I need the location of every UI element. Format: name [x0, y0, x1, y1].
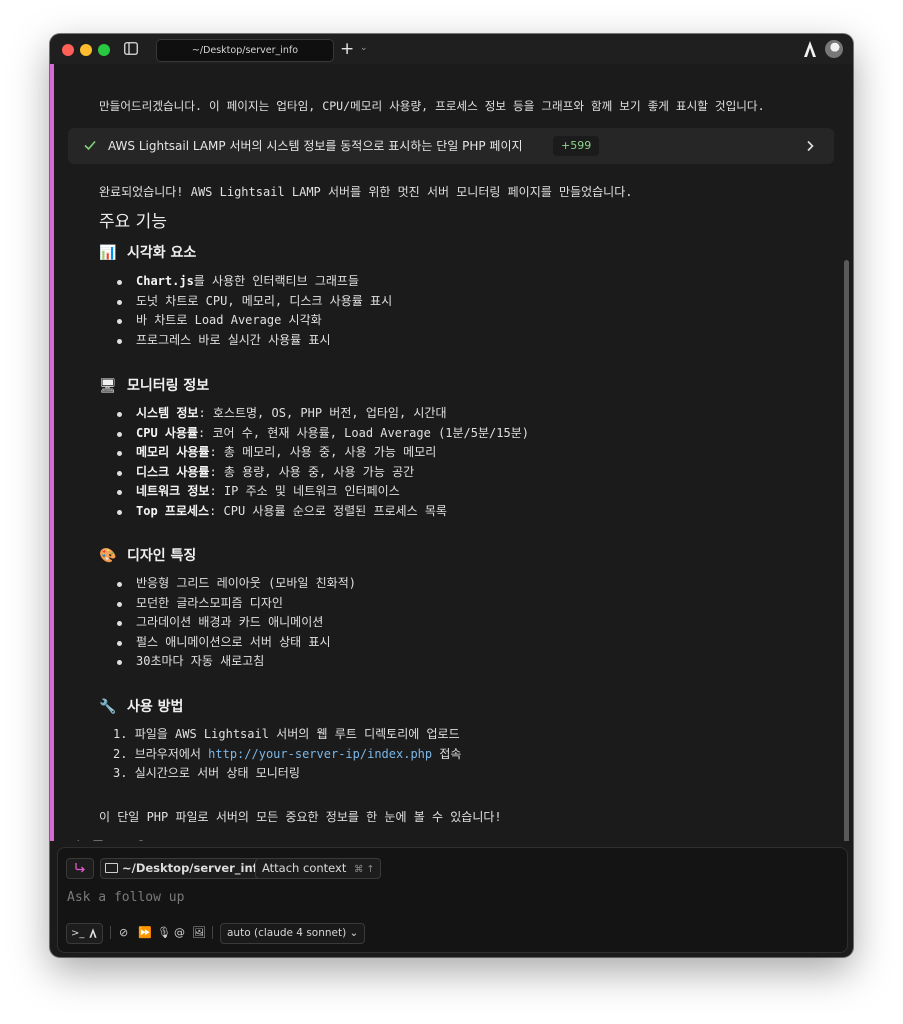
task-summary[interactable]: AWS Lightsail LAMP 서버의 시스템 정보를 동적으로 표시하는…	[68, 128, 834, 164]
list-item: 2. 브라우저에서 http://your-server-ip/index.ph…	[113, 746, 462, 761]
section-heading-usage: 🔧 사용 방법	[99, 699, 184, 715]
reply-chip[interactable]	[66, 858, 94, 879]
tab-server-info[interactable]: ~/Desktop/server_info	[156, 39, 334, 62]
info-icon[interactable]	[135, 840, 147, 841]
list-item: 3. 실시간으로 서버 상태 모니터링	[113, 766, 300, 780]
chevron-down-icon[interactable]: ⌄	[360, 43, 368, 53]
palette-icon: 🎨	[99, 548, 117, 564]
list-item: 시스템 정보: 호스트명, OS, PHP 버전, 업타임, 시간대	[113, 404, 529, 424]
list-item: 바 차트로 Load Average 시각화	[113, 311, 392, 331]
new-tab-button[interactable]: +	[340, 39, 354, 59]
chart-icon: 📊	[99, 245, 117, 261]
closing-text: 이 단일 PHP 파일로 서버의 모든 중요한 정보를 한 눈에 볼 수 있습니…	[99, 810, 502, 824]
mention-icon[interactable]: @	[174, 926, 185, 939]
image-icon[interactable]: 🖼	[192, 926, 206, 939]
list-item: 30초마다 자동 새로고침	[113, 652, 356, 672]
list-item: 그라데이션 배경과 카드 애니메이션	[113, 613, 356, 633]
list-item: 도넛 차트로 CPU, 메모리, 디스크 사용률 표시	[113, 292, 392, 312]
section-heading-visualization: 📊 시각화 요소	[99, 245, 197, 261]
section-heading-design: 🎨 디자인 특징	[99, 548, 197, 564]
task-label: AWS Lightsail LAMP 서버의 시스템 정보를 동적으로 표시하는…	[108, 139, 523, 153]
terminal-mode-toggle[interactable]: >_	[66, 923, 103, 944]
section-heading-monitoring: 🖥 모니터링 정보	[99, 378, 210, 394]
list-item: 디스크 사용률: 총 용량, 사용 중, 사용 가능 공간	[113, 463, 529, 483]
visualization-list: Chart.js를 사용한 인터랙티브 그래프들 도넛 차트로 CPU, 메모리…	[113, 272, 392, 350]
list-item: CPU 사용률: 코어 수, 현재 사용률, Load Average (1분/…	[113, 424, 529, 444]
agent-icon	[89, 928, 97, 938]
list-item: 네트워크 정보: IP 주소 및 네트워크 인터페이스	[113, 482, 529, 502]
monitoring-list: 시스템 정보: 호스트명, OS, PHP 버전, 업타임, 시간대 CPU 사…	[113, 404, 529, 521]
diff-count-badge: +599	[553, 136, 600, 156]
intro-text: 만들어드리겠습니다. 이 페이지는 업타임, CPU/메모리 사용량, 프로세스…	[99, 99, 765, 113]
composer: ~/Desktop/server_info Attach context ⌘ ↑…	[57, 847, 848, 953]
thumbs-down-icon[interactable]	[93, 840, 105, 841]
features-heading: 주요 기능	[99, 212, 167, 232]
checkmark-icon	[84, 140, 96, 151]
thumbs-up-icon[interactable]	[72, 840, 84, 841]
divider	[110, 926, 111, 939]
chevron-right-icon[interactable]	[805, 140, 815, 152]
scrollbar[interactable]	[844, 260, 849, 841]
slash-command-icon[interactable]: ⊘	[119, 926, 128, 939]
close-window-button[interactable]	[62, 44, 74, 56]
sidebar-toggle-icon[interactable]	[124, 42, 138, 55]
reply-icon[interactable]	[114, 840, 126, 841]
terminal-icon: >_	[71, 928, 85, 939]
context-path-chip[interactable]: ~/Desktop/server_info	[100, 858, 273, 879]
microphone-icon[interactable]: 🎙	[157, 926, 171, 939]
chat-panel: 만들어드리겠습니다. 이 페이지는 업타임, CPU/메모리 사용량, 프로세스…	[50, 64, 853, 841]
minimize-window-button[interactable]	[80, 44, 92, 56]
chevron-down-icon: ⌄	[349, 927, 359, 939]
attach-context-button[interactable]: Attach context ⌘ ↑	[255, 858, 382, 879]
model-select[interactable]: auto (claude 4 sonnet) ⌄	[220, 923, 366, 944]
maximize-window-button[interactable]	[98, 44, 110, 56]
app-window: ~/Desktop/server_info + ⌄ 만들어드리겠습니다. 이 페…	[50, 34, 853, 957]
list-item: 모던한 글라스모피즘 디자인	[113, 594, 356, 614]
title-bar: ~/Desktop/server_info + ⌄	[50, 34, 853, 65]
completion-text: 완료되었습니다! AWS Lightsail LAMP 서버를 위한 멋진 서버…	[99, 185, 633, 199]
design-list: 반응형 그리드 레이아웃 (모바일 친화적) 모던한 글라스모피즘 디자인 그라…	[113, 574, 356, 672]
list-item: 프로그레스 바로 실시간 사용률 표시	[113, 331, 392, 351]
list-item: 1. 파일을 AWS Lightsail 서버의 웹 루트 디렉토리에 업로드	[113, 727, 460, 741]
list-item: Chart.js를 사용한 인터랙티브 그래프들	[113, 272, 392, 292]
folder-icon	[105, 863, 118, 873]
list-item: 반응형 그리드 레이아웃 (모바일 친화적)	[113, 574, 356, 594]
wrench-icon: 🔧	[99, 699, 117, 715]
server-url-link[interactable]: http://your-server-ip/index.php	[208, 747, 432, 761]
list-item: 펄스 애니메이션으로 서버 상태 표시	[113, 633, 356, 653]
fast-forward-icon[interactable]: ⏩	[138, 926, 152, 939]
usage-steps: 1. 파일을 AWS Lightsail 서버의 웹 루트 디렉토리에 업로드 …	[113, 725, 461, 784]
monitor-icon: 🖥	[99, 378, 117, 394]
app-logo-icon	[804, 41, 816, 57]
divider	[212, 926, 213, 939]
reply-icon	[75, 863, 85, 873]
list-item: Top 프로세스: CPU 사용률 순으로 정렬된 프로세스 목록	[113, 502, 529, 522]
avatar[interactable]	[825, 40, 843, 58]
list-item: 메모리 사용률: 총 메모리, 사용 중, 사용 가능 메모리	[113, 443, 529, 463]
message-accent-bar	[50, 64, 54, 841]
follow-up-input[interactable]: Ask a follow up	[67, 890, 184, 905]
